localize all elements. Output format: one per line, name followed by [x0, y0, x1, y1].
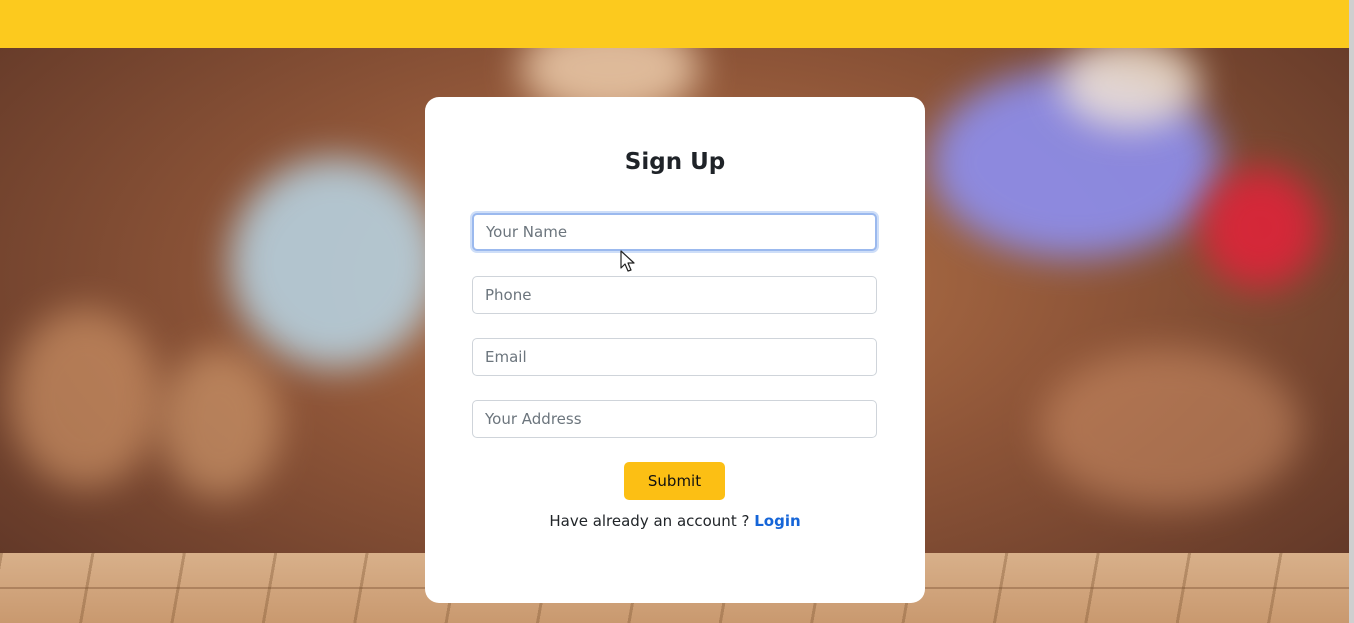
email-input[interactable]: [472, 338, 877, 376]
submit-button[interactable]: Submit: [624, 462, 725, 500]
phone-input[interactable]: [472, 276, 877, 314]
login-prompt-line: Have already an account ? Login: [425, 512, 925, 530]
header-bar: [0, 0, 1349, 48]
page: Sign Up Submit Have already an account ?…: [0, 0, 1354, 623]
mouse-cursor-icon: [620, 250, 635, 272]
address-input[interactable]: [472, 400, 877, 438]
signup-card: Sign Up Submit Have already an account ?…: [425, 97, 925, 603]
login-prompt-text: Have already an account ?: [549, 512, 750, 530]
name-input[interactable]: [472, 213, 877, 251]
scrollbar[interactable]: [1349, 0, 1354, 623]
login-link[interactable]: Login: [754, 512, 800, 530]
page-title: Sign Up: [624, 149, 726, 175]
